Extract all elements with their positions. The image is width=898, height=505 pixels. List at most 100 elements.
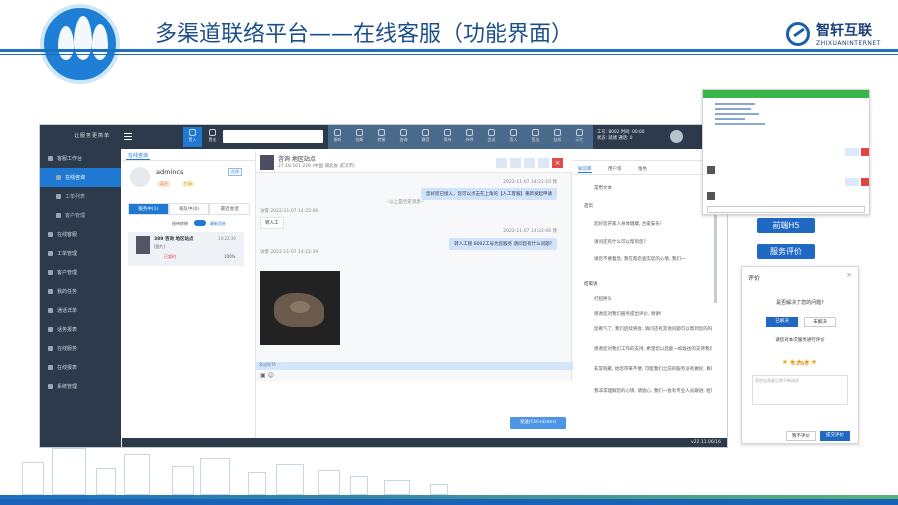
agent-message: 您好您已接入，您可以点击在上角的【人工客服】重新发起申请 (421, 188, 557, 200)
eval-label: 服务评价 (757, 244, 815, 259)
session-preview: [图片] (154, 244, 166, 249)
tool-button[interactable]: 示忙 (570, 127, 589, 147)
message-input[interactable] (256, 381, 573, 441)
message-meta: 2022-11-07 14:21:10 我 (503, 180, 557, 185)
tool-button[interactable]: 挂机 (548, 127, 567, 147)
menu-icon[interactable] (124, 133, 132, 140)
tool-button[interactable]: 签入 (504, 127, 523, 147)
transfer-icon[interactable] (496, 158, 507, 168)
unresolved-button[interactable]: 未解决 (804, 317, 836, 327)
tool-button[interactable]: 外呼 (460, 127, 479, 147)
tool-button[interactable]: 保持 (438, 127, 457, 147)
session-time: 14:22:39 (218, 236, 236, 241)
tool-button[interactable]: 静音 (416, 127, 435, 147)
tool-button[interactable]: 咨询 (394, 127, 413, 147)
session-tabs: 服务中(1) 排队中(0) 最近会话 (128, 203, 251, 215)
resolved-button[interactable]: 已解决 (766, 317, 798, 327)
sidebar-item-label: 在线报表 (57, 365, 78, 371)
knowledge-item[interactable]: 您好您开家人身体健康, 合家安乐! (594, 221, 662, 227)
chat-actions: × (496, 158, 563, 168)
send-button[interactable]: 发送(Ctrl+Enter) (510, 417, 566, 429)
tool-button[interactable]: 转接 (372, 127, 391, 147)
brand-name-en: ZHIXUANINTERNET (816, 40, 881, 47)
comment-field[interactable]: 您的宝贵意见将不断改进 (752, 375, 848, 405)
tool-button[interactable]: 会议 (482, 127, 501, 147)
logo (40, 4, 120, 84)
menu-item-icon (48, 251, 53, 256)
knowledge-item[interactable]: 结束语 (584, 281, 598, 287)
knowledge-item[interactable]: 感谢您对我们服务提出评价, 谢谢! (594, 311, 662, 317)
menu-item-icon (48, 384, 53, 389)
sidebar-item[interactable]: 在线客服 (40, 225, 121, 244)
knowledge-tab[interactable]: 角色 (638, 166, 647, 172)
sidebar-item[interactable]: 工单管理 (40, 244, 121, 263)
submit-eval-button[interactable]: 提交评价 (820, 431, 850, 441)
transfer-toggle[interactable] (194, 220, 206, 226)
knowledge-item[interactable]: 请问还有什么可以帮到您? (594, 239, 646, 245)
sidebar-item[interactable]: 工单列表 (40, 187, 121, 206)
sidebar-item[interactable]: 系统管理 (40, 377, 121, 396)
tool-button[interactable]: 签出 (526, 127, 545, 147)
session-progress: 100% (224, 254, 236, 259)
app-brand: 让服务更简单 (74, 133, 111, 139)
knowledge-item[interactable]: 感谢您对我们工作的支持, 希望您以后能一如既往的支持我们! (594, 346, 712, 352)
menu-item-icon (48, 156, 53, 161)
status-online[interactable]: 在线 (228, 168, 242, 176)
chat-panel: 咨询 地区站点 27.18.161.229 (中国 湖北省 武汉市) × 202… (255, 151, 573, 441)
knowledge-tab[interactable]: 用户资 (608, 166, 622, 172)
tool-button[interactable]: 挂断 (350, 127, 369, 147)
city-illustration (0, 440, 520, 495)
sidebar-item[interactable]: 在线服务 (40, 339, 121, 358)
knowledge-item[interactable]: 请您不要着急, 我在帮您查实您的心情, 我们一 (594, 256, 685, 262)
knowledge-item[interactable]: 您看气了, 我们后续将会, 请问还有其他问题可以帮到您的吗? ? (594, 326, 712, 332)
status-away[interactable]: 离开 (158, 181, 170, 187)
sidebar-item[interactable]: 在线报表 (40, 358, 121, 377)
brand-name: 智轩互联 (816, 23, 872, 39)
sidebar-item[interactable]: 客服工作台 (40, 149, 121, 168)
agent-console: 让服务更简单 置入 置出 接听 挂断 转接 咨询 静音 保持 外呼 会议 签入 签出 挂机 示忙 工号… (39, 124, 728, 448)
message-meta: 访客 2022-11-07 14:22:06 (260, 209, 319, 214)
page-title: 多渠道联络平台——在线客服（功能界面） (155, 22, 574, 47)
avatar[interactable] (670, 130, 683, 143)
brand-icon (786, 21, 810, 46)
group-icon[interactable] (524, 158, 535, 168)
session-tab[interactable]: 最近会话 (209, 203, 251, 215)
sidebar-item[interactable]: 话务报表 (40, 320, 121, 339)
history-divider: --以上是历史消息-- (386, 200, 424, 205)
checkin-button[interactable]: 置入 (183, 127, 202, 147)
sidebar-item[interactable]: 客户管理 (40, 206, 121, 225)
image-message[interactable] (260, 271, 340, 345)
h5-input[interactable] (707, 206, 865, 213)
knowledge-tab[interactable]: 知识库 (578, 166, 592, 173)
visitor-message: 转人工 (260, 217, 284, 229)
block-icon[interactable] (538, 158, 549, 168)
emoji-icon[interactable]: ▣ ☺ (260, 372, 274, 379)
knowledge-item[interactable]: 打招呼头 (594, 296, 612, 302)
message-meta: 2022-11-07 14:22:06 我 (503, 229, 557, 234)
latest-option[interactable]: 最新消息 (210, 221, 226, 227)
sidebar-item[interactable]: 通话详单 (40, 301, 121, 320)
tool-button[interactable]: 接听 (328, 127, 347, 147)
session-tab[interactable]: 服务中(1) (128, 203, 169, 215)
session-column: admincs 在线 离开 忙碌 服务中(1) 排队中(0) 最近会话 接待转移 最… (128, 165, 251, 435)
checkout-button[interactable]: 置出 (203, 127, 222, 147)
sidebar-item[interactable]: 在线咨询 (40, 168, 121, 187)
session-item[interactable]: 389 咨询 地区站点 14:22:39 [图片] 已超时 100% (128, 232, 244, 266)
tab-online[interactable]: 在线咨询 (126, 152, 151, 160)
session-tab[interactable]: 排队中(0) (168, 203, 210, 215)
sidebar-item[interactable]: 客户管理 (40, 263, 121, 282)
menu-item-icon (48, 365, 53, 370)
status-busy[interactable]: 忙碌 (182, 181, 194, 187)
knowledge-item[interactable]: 首页 (584, 203, 593, 209)
close-icon[interactable]: × (846, 271, 852, 279)
invite-icon[interactable] (510, 158, 521, 168)
sidebar-item[interactable]: 我的任务 (40, 282, 121, 301)
skip-eval-button[interactable]: 暂不评价 (786, 431, 816, 441)
close-icon[interactable]: × (552, 158, 563, 168)
phone-input[interactable] (223, 130, 323, 143)
evaluation-dialog: 评价 × 是否解决了您的问题? 已解决 未解决 请您对本次服务进行评价 ★★★★… (741, 266, 859, 444)
brand-logo: 智轩互联 ZHIXUANINTERNET (786, 20, 881, 47)
knowledge-item[interactable]: 我非常理解您的心情, 请放心, 我们一会有专业人员跟进, 给您一个满意的答复 (594, 388, 712, 394)
knowledge-item[interactable]: 常用文本 (594, 185, 612, 191)
knowledge-item[interactable]: 非常抱歉, 给您带来不便, 可能我们之前的服务没有做好, 真的很抱歉 (594, 366, 712, 372)
